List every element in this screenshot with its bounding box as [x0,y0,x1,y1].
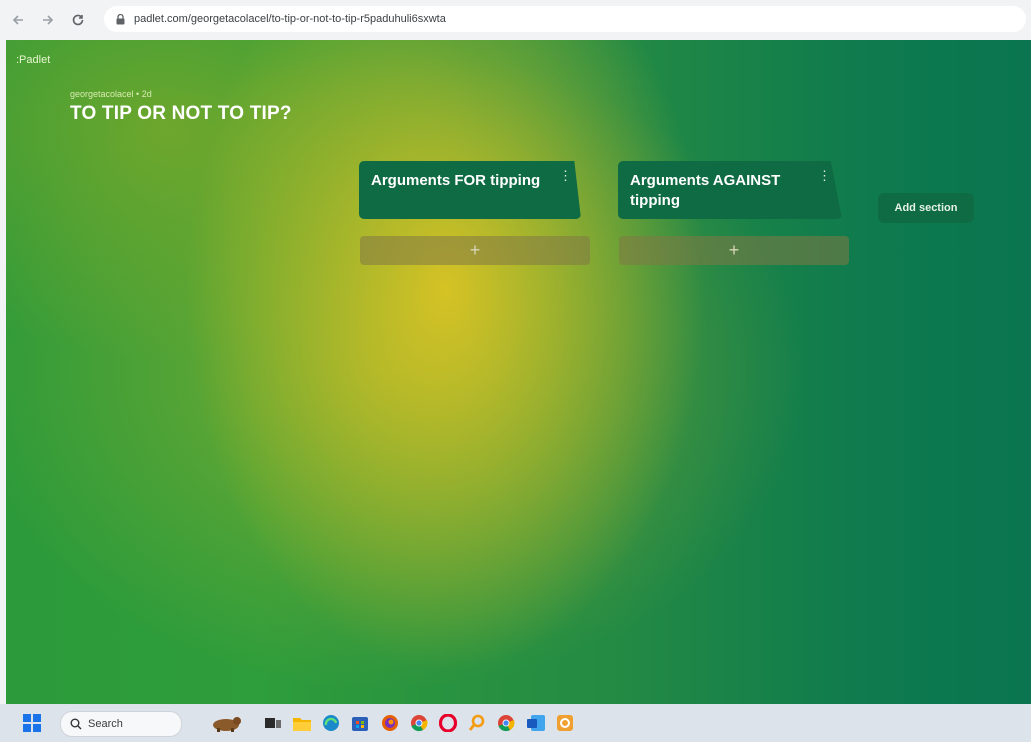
reload-icon [72,14,84,26]
forward-button[interactable] [36,8,60,32]
section-header-for[interactable]: Arguments FOR tipping ⋮ [359,161,581,219]
taskbar-search[interactable]: Search [60,711,182,737]
add-post-button[interactable]: + [360,236,590,265]
padlet-logo[interactable]: :Padlet [16,54,50,66]
firefox-icon[interactable] [380,713,400,733]
lock-icon [114,12,126,26]
author-meta: georgetacolacel • 2d [70,89,152,99]
more-options-icon[interactable]: ⋮ [818,169,831,182]
back-button[interactable] [6,8,30,32]
section-title: Arguments AGAINST tipping [630,172,781,209]
section-title: Arguments FOR tipping [371,172,541,189]
add-section-button[interactable]: Add section [878,193,974,223]
section-header-against[interactable]: Arguments AGAINST tipping ⋮ [618,161,842,219]
plus-icon: + [469,240,481,260]
windows-start-icon[interactable] [22,713,42,733]
address-bar[interactable]: padlet.com/georgetacolacel/to-tip-or-not… [104,6,1026,32]
file-explorer-icon[interactable] [292,713,312,733]
edge-icon[interactable] [321,713,341,733]
add-post-button[interactable]: + [619,236,849,265]
browser-toolbar: padlet.com/georgetacolacel/to-tip-or-not… [0,0,1031,40]
search-app-icon[interactable] [467,713,487,733]
store-icon[interactable] [350,713,370,733]
chrome-icon[interactable] [409,713,429,733]
forward-arrow-icon [43,15,54,25]
more-options-icon[interactable]: ⋮ [559,169,572,182]
reload-button[interactable] [66,8,90,32]
plus-icon: + [728,240,740,260]
app-orange-icon[interactable] [555,713,575,733]
taskbar: Search [0,704,1031,742]
search-icon [70,718,82,730]
page-title: TO TIP OR NOT TO TIP? [70,103,292,124]
task-view-icon[interactable] [263,713,283,733]
opera-icon[interactable] [438,713,458,733]
padlet-canvas: :Padlet georgetacolacel • 2d TO TIP OR N… [6,40,1031,704]
search-label: Search [88,718,123,730]
word-icon[interactable] [526,713,546,733]
url-text: padlet.com/georgetacolacel/to-tip-or-not… [134,13,446,25]
chrome-active-icon[interactable] [496,713,516,733]
back-arrow-icon [12,15,23,25]
bull-widget-icon[interactable] [206,713,246,733]
